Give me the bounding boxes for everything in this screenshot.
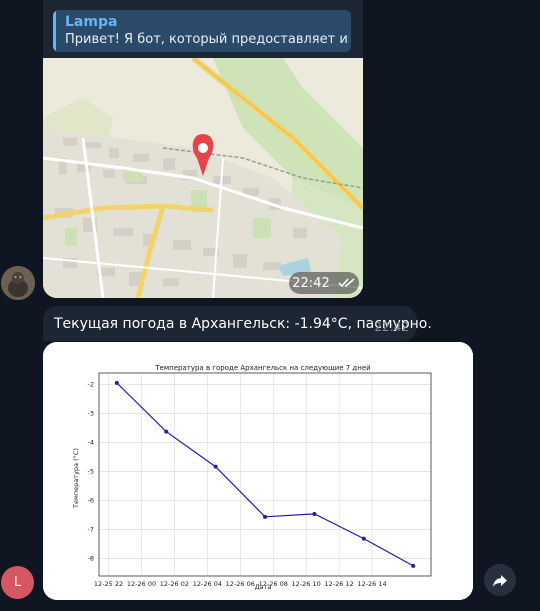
map-graphic bbox=[43, 55, 363, 298]
x-tick-label: 12-26 06 bbox=[226, 580, 255, 588]
y-tick-label: -4 bbox=[88, 439, 94, 447]
data-point bbox=[361, 536, 366, 541]
y-tick-label: -2 bbox=[88, 381, 94, 389]
x-tick-label: 12-25 22 bbox=[94, 580, 123, 588]
map-time: 22:42 bbox=[292, 275, 330, 291]
x-tick-label: 12-26 14 bbox=[357, 580, 386, 588]
map-time-pill: 22:42 bbox=[289, 272, 359, 294]
data-point bbox=[213, 464, 218, 469]
forward-button[interactable] bbox=[484, 564, 516, 596]
y-tick-label: -5 bbox=[88, 468, 94, 476]
reply-preview[interactable]: Lampa Привет! Я бот, который предоставля… bbox=[53, 10, 351, 52]
user-avatar-initial: L bbox=[13, 575, 22, 590]
y-tick-label: -8 bbox=[88, 555, 94, 563]
x-tick-label: 12-26 02 bbox=[160, 580, 189, 588]
chart-image-message[interactable]: Температура в городе Архангельск на след… bbox=[43, 342, 473, 600]
map-message-bubble[interactable]: Lampa Привет! Я бот, который предоставля… bbox=[43, 0, 363, 298]
temperature-chart: Температура в городе Архангельск на след… bbox=[43, 342, 473, 600]
reply-text: Привет! Я бот, который предоставляет инф… bbox=[65, 32, 349, 47]
y-tick-label: -3 bbox=[88, 410, 94, 418]
x-tick-label: 12-26 10 bbox=[292, 580, 321, 588]
data-point bbox=[263, 514, 267, 519]
double-check-icon bbox=[338, 277, 356, 289]
chart-title: Температура в городе Архангельск на след… bbox=[154, 364, 370, 372]
x-tick-label: 12-26 00 bbox=[127, 580, 156, 588]
bot-avatar[interactable] bbox=[1, 266, 35, 300]
y-tick-label: -7 bbox=[88, 526, 94, 534]
forward-arrow-icon bbox=[492, 573, 508, 587]
user-avatar[interactable]: L bbox=[1, 566, 34, 599]
data-point bbox=[411, 563, 416, 568]
weather-message-bubble[interactable]: Текущая погода в Архангельск: -1.94°C, п… bbox=[43, 306, 432, 341]
data-point bbox=[164, 429, 169, 434]
reply-sender-name: Lampa bbox=[65, 14, 118, 30]
data-point bbox=[114, 380, 119, 385]
x-tick-label: 12-26 04 bbox=[193, 580, 222, 588]
chart-y-label: Температура (°C) bbox=[72, 448, 80, 509]
y-tick-label: -6 bbox=[88, 497, 94, 505]
x-tick-label: 12-26 08 bbox=[259, 580, 288, 588]
data-point bbox=[312, 511, 317, 516]
location-map[interactable] bbox=[43, 55, 363, 298]
reply-accent-bar bbox=[53, 10, 56, 52]
weather-message-time: 22:42 bbox=[374, 320, 409, 334]
x-tick-label: 12-26 12 bbox=[324, 580, 353, 588]
